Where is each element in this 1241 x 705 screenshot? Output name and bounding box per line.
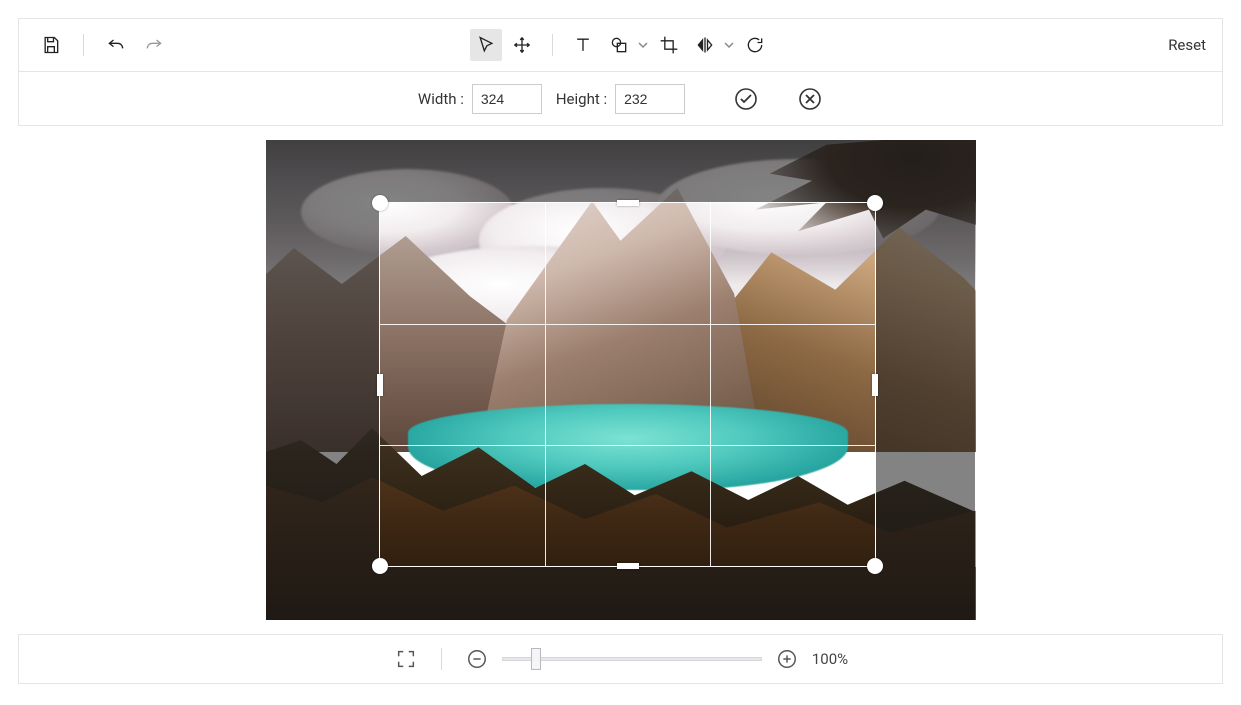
crop-handle-e[interactable] [872, 374, 878, 396]
height-label: Height : [556, 90, 607, 108]
separator [552, 34, 553, 56]
separator [441, 648, 442, 670]
zoom-bar: 100% [18, 634, 1223, 684]
reset-button[interactable]: Reset [1168, 36, 1206, 54]
pan-tool-button[interactable] [506, 29, 538, 61]
crop-mask [876, 202, 975, 567]
zoom-in-button[interactable] [774, 646, 800, 672]
rotate-button[interactable] [739, 29, 771, 61]
top-toolbar: Reset [18, 18, 1223, 72]
separator [83, 34, 84, 56]
shape-tool-button[interactable] [603, 29, 649, 61]
select-tool-button[interactable] [470, 29, 502, 61]
crop-handle-ne[interactable] [867, 195, 883, 211]
crop-handle-n[interactable] [617, 200, 639, 206]
crop-dimensions-bar: Width : Height : [18, 72, 1223, 126]
redo-button[interactable] [138, 29, 170, 61]
width-label: Width : [418, 90, 464, 108]
save-button[interactable] [35, 29, 67, 61]
chevron-down-icon [723, 39, 735, 51]
image-canvas[interactable] [266, 140, 976, 620]
crop-handle-s[interactable] [617, 563, 639, 569]
text-tool-button[interactable] [567, 29, 599, 61]
crop-handle-nw[interactable] [372, 195, 388, 211]
apply-crop-button[interactable] [733, 86, 759, 112]
height-input[interactable] [615, 84, 685, 114]
crop-mask [266, 202, 380, 567]
zoom-slider[interactable] [502, 657, 762, 661]
crop-handle-w[interactable] [377, 374, 383, 396]
zoom-slider-thumb[interactable] [531, 648, 541, 670]
crop-mask [266, 140, 976, 202]
flip-tool-button[interactable] [689, 29, 735, 61]
width-input[interactable] [472, 84, 542, 114]
cancel-crop-button[interactable] [797, 86, 823, 112]
crop-tool-button[interactable] [653, 29, 685, 61]
crop-selection[interactable] [379, 202, 876, 567]
crop-mask [266, 567, 976, 620]
crop-handle-se[interactable] [867, 558, 883, 574]
chevron-down-icon [637, 39, 649, 51]
fit-to-screen-button[interactable] [393, 646, 419, 672]
undo-button[interactable] [100, 29, 132, 61]
zoom-out-button[interactable] [464, 646, 490, 672]
crop-handle-sw[interactable] [372, 558, 388, 574]
zoom-percent-label: 100% [812, 650, 848, 668]
